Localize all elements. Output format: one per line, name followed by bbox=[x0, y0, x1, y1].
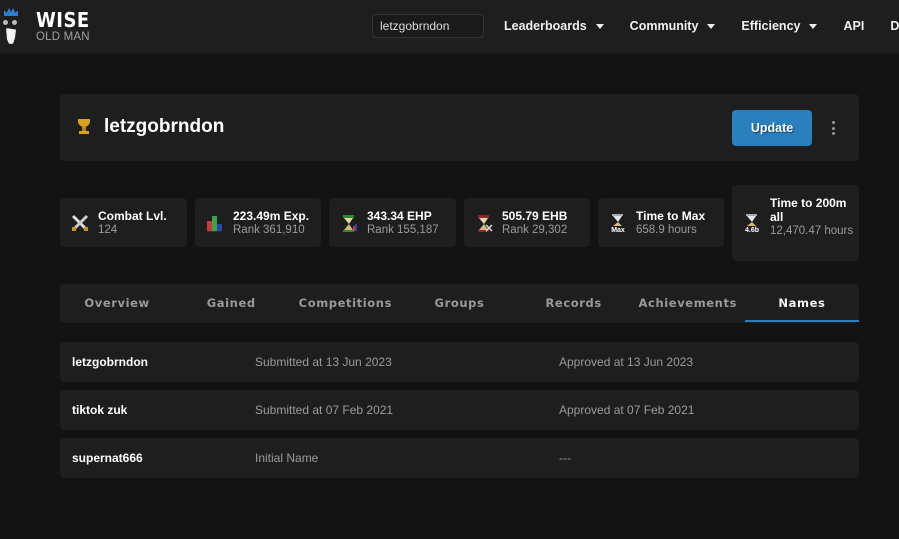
submitted-date: Submitted at 13 Jun 2023 bbox=[255, 355, 392, 369]
stat-card-exp: 223.49m Exp. Rank 361,910 bbox=[195, 198, 321, 247]
name-value: tiktok zuk bbox=[72, 403, 128, 417]
update-button[interactable]: Update bbox=[732, 110, 812, 146]
approved-date: Approved at 07 Feb 2021 bbox=[559, 403, 695, 417]
nav-community[interactable]: Community bbox=[630, 19, 716, 33]
nav-efficiency-label: Efficiency bbox=[741, 19, 801, 33]
nav-community-label: Community bbox=[629, 19, 699, 33]
nav-efficiency[interactable]: Efficiency bbox=[741, 19, 818, 33]
svg-text:4.6b: 4.6b bbox=[745, 227, 759, 233]
brand-title: WISE bbox=[36, 8, 90, 33]
stat-value: Rank 29,302 bbox=[502, 223, 568, 236]
submitted-date: Submitted at 07 Feb 2021 bbox=[255, 403, 394, 417]
ehp-hourglass-icon bbox=[343, 215, 357, 232]
player-search-input[interactable] bbox=[372, 14, 484, 38]
logo-link[interactable]: WISE OLD MAN bbox=[2, 6, 96, 48]
profile-tabs: Overview Gained Competitions Groups Reco… bbox=[60, 284, 860, 323]
chevron-down-icon bbox=[707, 23, 716, 29]
stat-value: Rank 155,187 bbox=[367, 223, 439, 236]
tab-overview[interactable]: Overview bbox=[60, 284, 174, 323]
nav-discord-bot[interactable]: Discord Bot bbox=[890, 19, 899, 33]
stat-value: 658.9 hours bbox=[636, 223, 697, 236]
approved-date: Approved at 13 Jun 2023 bbox=[559, 355, 694, 369]
wise-old-man-logo-icon bbox=[2, 6, 20, 48]
player-header: letzgobrndon Update bbox=[60, 94, 859, 161]
name-change-row: tiktok zuk Submitted at 07 Feb 2021 Appr… bbox=[60, 390, 859, 430]
tab-groups[interactable]: Groups bbox=[402, 284, 516, 323]
stat-card-ehp: 343.34 EHP Rank 155,187 bbox=[329, 198, 456, 247]
name-value: letzgobrndon bbox=[72, 355, 148, 369]
tab-competitions[interactable]: Competitions bbox=[288, 284, 402, 323]
name-change-row: letzgobrndon Submitted at 13 Jun 2023 Ap… bbox=[60, 342, 859, 382]
stat-label: Time to 200m all bbox=[770, 196, 847, 224]
combat-swords-icon bbox=[71, 214, 89, 231]
stat-card-combat: Combat Lvl. 124 bbox=[60, 198, 187, 247]
stat-card-ehb: 505.79 EHB Rank 29,302 bbox=[464, 198, 590, 247]
stat-value: 124 bbox=[98, 223, 118, 236]
nav-leaderboards-label: Leaderboards bbox=[504, 19, 587, 33]
stat-label: Combat Lvl. bbox=[98, 209, 167, 223]
nav-leaderboards[interactable]: Leaderboards bbox=[504, 19, 604, 33]
approved-date: --- bbox=[559, 451, 571, 465]
200m-hourglass-icon: 4.6b bbox=[745, 214, 759, 233]
overall-stats-icon bbox=[206, 216, 224, 233]
tab-gained[interactable]: Gained bbox=[174, 284, 288, 323]
nav-discord-bot-label: Discord Bot bbox=[890, 19, 899, 33]
player-name: letzgobrndon bbox=[104, 116, 225, 137]
stat-label: 223.49m Exp. bbox=[233, 209, 310, 223]
nav-api-label: API bbox=[843, 19, 865, 33]
stat-label: 343.34 EHP bbox=[367, 209, 432, 223]
trophy-icon bbox=[77, 119, 91, 136]
main-nav: Leaderboards Community Efficiency API Di… bbox=[504, 0, 899, 52]
tab-names[interactable]: Names bbox=[744, 284, 860, 323]
nav-api[interactable]: API bbox=[843, 19, 864, 33]
chevron-down-icon bbox=[595, 23, 604, 29]
stat-value: Rank 361,910 bbox=[233, 223, 305, 236]
top-navbar: WISE OLD MAN Leaderboards Community Effi… bbox=[0, 0, 899, 54]
stat-label: 505.79 EHB bbox=[502, 209, 568, 223]
brand-subtitle: OLD MAN bbox=[36, 31, 90, 44]
more-vertical-icon[interactable] bbox=[828, 120, 838, 136]
submitted-date: Initial Name bbox=[255, 451, 319, 465]
name-value: supernat666 bbox=[72, 451, 143, 465]
stat-card-time-to-200m: 4.6b Time to 200m all 12,470.47 hours bbox=[732, 185, 859, 261]
chevron-down-icon bbox=[809, 23, 818, 29]
stat-label: Time to Max bbox=[636, 209, 706, 223]
tab-records[interactable]: Records bbox=[517, 284, 631, 323]
name-change-row: supernat666 Initial Name --- bbox=[60, 438, 859, 478]
tab-achievements[interactable]: Achievements bbox=[631, 284, 745, 323]
stat-card-time-to-max: Max Time to Max 658.9 hours bbox=[598, 198, 724, 247]
stat-value: 12,470.47 hours bbox=[770, 224, 854, 237]
max-hourglass-icon: Max bbox=[611, 214, 625, 233]
svg-text:Max: Max bbox=[611, 227, 625, 233]
ehb-hourglass-icon bbox=[478, 215, 493, 232]
